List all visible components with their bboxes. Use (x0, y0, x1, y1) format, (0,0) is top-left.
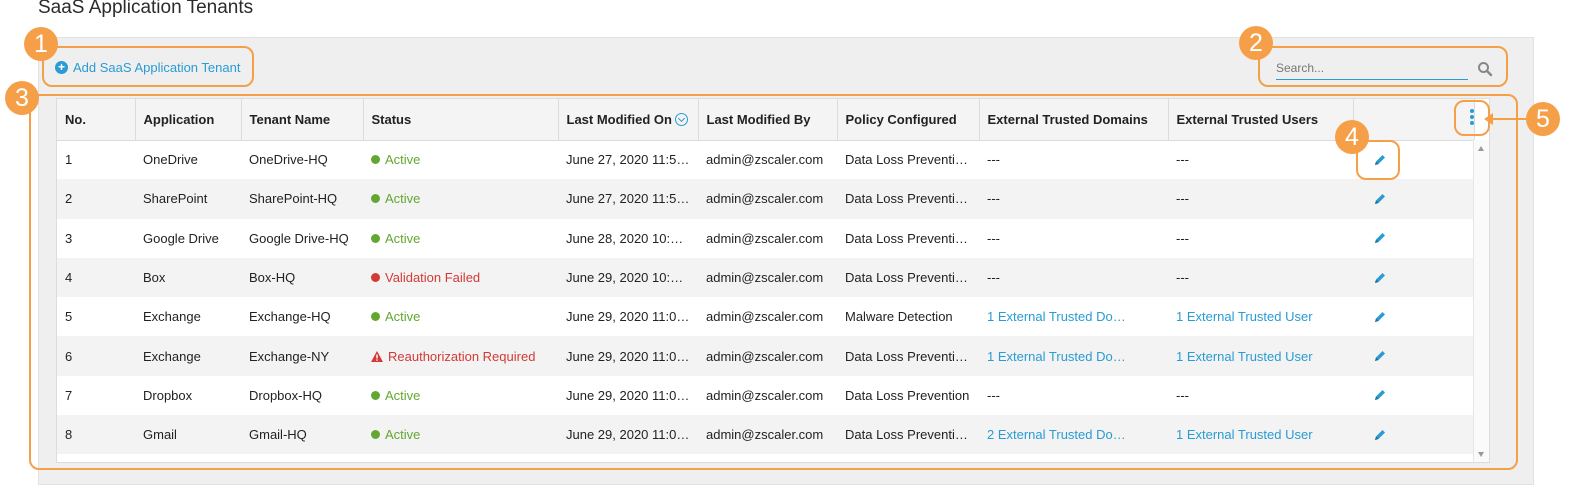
callout-frame-table (29, 94, 1518, 470)
callout-badge-4: 4 (1335, 120, 1369, 154)
callout-frame-search (1258, 46, 1508, 87)
callout-arrow (1490, 118, 1526, 120)
callout-badge-1: 1 (24, 27, 58, 61)
page-title: SaaS Application Tenants (38, 0, 254, 18)
callout-badge-3: 3 (5, 81, 39, 115)
callout-badge-2: 2 (1239, 26, 1273, 60)
callout-arrow-head (1484, 113, 1493, 125)
callout-badge-5: 5 (1526, 102, 1560, 136)
callout-frame-add (42, 46, 254, 87)
